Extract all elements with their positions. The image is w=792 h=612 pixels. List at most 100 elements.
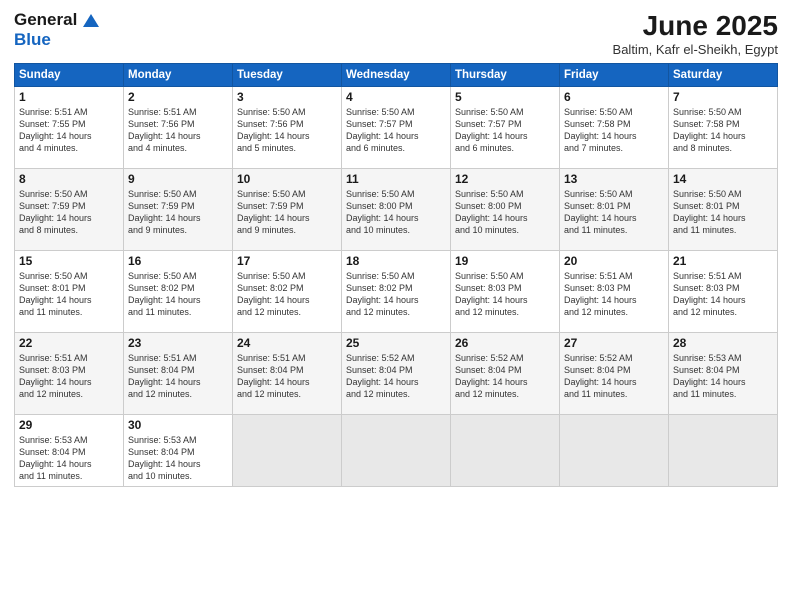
day-info: Sunrise: 5:50 AMSunset: 7:57 PMDaylight:… xyxy=(346,106,446,155)
day-number: 25 xyxy=(346,336,446,350)
day-info: Sunrise: 5:50 AMSunset: 7:58 PMDaylight:… xyxy=(673,106,773,155)
day-header-monday: Monday xyxy=(124,64,233,87)
day-number: 11 xyxy=(346,172,446,186)
day-info: Sunrise: 5:50 AMSunset: 7:59 PMDaylight:… xyxy=(128,188,228,237)
day-number: 15 xyxy=(19,254,119,268)
calendar-cell: 13Sunrise: 5:50 AMSunset: 8:01 PMDayligh… xyxy=(560,169,669,251)
day-number: 5 xyxy=(455,90,555,104)
location: Baltim, Kafr el-Sheikh, Egypt xyxy=(613,42,778,57)
day-info: Sunrise: 5:53 AMSunset: 8:04 PMDaylight:… xyxy=(128,434,228,483)
day-info: Sunrise: 5:50 AMSunset: 8:03 PMDaylight:… xyxy=(455,270,555,319)
day-number: 2 xyxy=(128,90,228,104)
month-title: June 2025 xyxy=(613,10,778,42)
day-info: Sunrise: 5:50 AMSunset: 8:02 PMDaylight:… xyxy=(128,270,228,319)
calendar-cell: 19 Sunrise: 5:50 AMSunset: 8:03 PMDayligh… xyxy=(451,251,560,333)
logo-blue: Blue xyxy=(14,30,51,49)
day-info: Sunrise: 5:51 AMSunset: 8:04 PMDaylight:… xyxy=(128,352,228,401)
calendar-cell xyxy=(669,415,778,487)
calendar-cell: 26Sunrise: 5:52 AMSunset: 8:04 PMDayligh… xyxy=(451,333,560,415)
day-number: 24 xyxy=(237,336,337,350)
day-number: 16 xyxy=(128,254,228,268)
day-number: 19 xyxy=(455,254,555,268)
calendar-cell: 8 Sunrise: 5:50 AMSunset: 7:59 PMDaylight… xyxy=(15,169,124,251)
day-header-saturday: Saturday xyxy=(669,64,778,87)
calendar-cell: 2Sunrise: 5:51 AMSunset: 7:56 PMDaylight… xyxy=(124,87,233,169)
calendar-week-1: 1 Sunrise: 5:51 AMSunset: 7:55 PMDaylight… xyxy=(15,87,778,169)
day-number: 30 xyxy=(128,418,228,432)
day-header-thursday: Thursday xyxy=(451,64,560,87)
calendar-cell: 14Sunrise: 5:50 AMSunset: 8:01 PMDayligh… xyxy=(669,169,778,251)
calendar-week-4: 22 Sunrise: 5:51 AMSunset: 8:03 PMDayligh… xyxy=(15,333,778,415)
calendar-cell: 9 Sunrise: 5:50 AMSunset: 7:59 PMDaylight… xyxy=(124,169,233,251)
day-info: Sunrise: 5:50 AMSunset: 8:00 PMDaylight:… xyxy=(455,188,555,237)
day-info: Sunrise: 5:51 AMSunset: 7:55 PMDaylight:… xyxy=(19,106,119,155)
day-info: Sunrise: 5:51 AMSunset: 8:03 PMDaylight:… xyxy=(673,270,773,319)
calendar-cell: 1 Sunrise: 5:51 AMSunset: 7:55 PMDaylight… xyxy=(15,87,124,169)
calendar-cell: 25 Sunrise: 5:52 AMSunset: 8:04 PMDayligh… xyxy=(342,333,451,415)
calendar: SundayMondayTuesdayWednesdayThursdayFrid… xyxy=(14,63,778,487)
calendar-cell: 29Sunrise: 5:53 AMSunset: 8:04 PMDayligh… xyxy=(15,415,124,487)
day-number: 20 xyxy=(564,254,664,268)
day-number: 9 xyxy=(128,172,228,186)
day-number: 3 xyxy=(237,90,337,104)
day-number: 23 xyxy=(128,336,228,350)
day-header-sunday: Sunday xyxy=(15,64,124,87)
logo: General Blue xyxy=(14,10,100,50)
day-info: Sunrise: 5:51 AMSunset: 8:04 PMDaylight:… xyxy=(237,352,337,401)
calendar-cell: 30 Sunrise: 5:53 AMSunset: 8:04 PMDayligh… xyxy=(124,415,233,487)
day-info: Sunrise: 5:50 AMSunset: 8:01 PMDaylight:… xyxy=(564,188,664,237)
day-number: 28 xyxy=(673,336,773,350)
calendar-cell: 18 Sunrise: 5:50 AMSunset: 8:02 PMDayligh… xyxy=(342,251,451,333)
calendar-cell: 17 Sunrise: 5:50 AMSunset: 8:02 PMDayligh… xyxy=(233,251,342,333)
day-info: Sunrise: 5:52 AMSunset: 8:04 PMDaylight:… xyxy=(346,352,446,401)
calendar-cell: 11 Sunrise: 5:50 AMSunset: 8:00 PMDayligh… xyxy=(342,169,451,251)
calendar-cell: 16 Sunrise: 5:50 AMSunset: 8:02 PMDayligh… xyxy=(124,251,233,333)
logo-text: General xyxy=(14,10,100,30)
calendar-cell: 15 Sunrise: 5:50 AMSunset: 8:01 PMDayligh… xyxy=(15,251,124,333)
day-info: Sunrise: 5:51 AMSunset: 8:03 PMDaylight:… xyxy=(564,270,664,319)
day-info: Sunrise: 5:50 AMSunset: 8:02 PMDaylight:… xyxy=(346,270,446,319)
day-number: 8 xyxy=(19,172,119,186)
day-number: 1 xyxy=(19,90,119,104)
calendar-week-5: 29Sunrise: 5:53 AMSunset: 8:04 PMDayligh… xyxy=(15,415,778,487)
calendar-cell: 23 Sunrise: 5:51 AMSunset: 8:04 PMDayligh… xyxy=(124,333,233,415)
day-info: Sunrise: 5:52 AMSunset: 8:04 PMDaylight:… xyxy=(455,352,555,401)
day-number: 10 xyxy=(237,172,337,186)
day-info: Sunrise: 5:50 AMSunset: 7:59 PMDaylight:… xyxy=(19,188,119,237)
day-number: 27 xyxy=(564,336,664,350)
day-number: 21 xyxy=(673,254,773,268)
day-number: 6 xyxy=(564,90,664,104)
day-header-wednesday: Wednesday xyxy=(342,64,451,87)
calendar-week-3: 15 Sunrise: 5:50 AMSunset: 8:01 PMDayligh… xyxy=(15,251,778,333)
day-info: Sunrise: 5:50 AMSunset: 7:57 PMDaylight:… xyxy=(455,106,555,155)
calendar-cell: 24 Sunrise: 5:51 AMSunset: 8:04 PMDayligh… xyxy=(233,333,342,415)
day-info: Sunrise: 5:50 AMSunset: 7:56 PMDaylight:… xyxy=(237,106,337,155)
calendar-week-2: 8 Sunrise: 5:50 AMSunset: 7:59 PMDaylight… xyxy=(15,169,778,251)
calendar-cell: 6Sunrise: 5:50 AMSunset: 7:58 PMDaylight… xyxy=(560,87,669,169)
calendar-cell: 10 Sunrise: 5:50 AMSunset: 7:59 PMDayligh… xyxy=(233,169,342,251)
calendar-cell xyxy=(560,415,669,487)
day-number: 22 xyxy=(19,336,119,350)
day-info: Sunrise: 5:51 AMSunset: 8:03 PMDaylight:… xyxy=(19,352,119,401)
day-info: Sunrise: 5:53 AMSunset: 8:04 PMDaylight:… xyxy=(19,434,119,483)
day-info: Sunrise: 5:53 AMSunset: 8:04 PMDaylight:… xyxy=(673,352,773,401)
day-info: Sunrise: 5:52 AMSunset: 8:04 PMDaylight:… xyxy=(564,352,664,401)
day-info: Sunrise: 5:50 AMSunset: 7:59 PMDaylight:… xyxy=(237,188,337,237)
logo-icon xyxy=(83,14,99,27)
calendar-cell: 22 Sunrise: 5:51 AMSunset: 8:03 PMDayligh… xyxy=(15,333,124,415)
day-info: Sunrise: 5:50 AMSunset: 8:01 PMDaylight:… xyxy=(673,188,773,237)
day-number: 17 xyxy=(237,254,337,268)
calendar-cell: 3 Sunrise: 5:50 AMSunset: 7:56 PMDaylight… xyxy=(233,87,342,169)
day-number: 4 xyxy=(346,90,446,104)
calendar-cell: 7Sunrise: 5:50 AMSunset: 7:58 PMDaylight… xyxy=(669,87,778,169)
day-header-tuesday: Tuesday xyxy=(233,64,342,87)
calendar-header-row: SundayMondayTuesdayWednesdayThursdayFrid… xyxy=(15,64,778,87)
day-info: Sunrise: 5:50 AMSunset: 8:01 PMDaylight:… xyxy=(19,270,119,319)
day-number: 18 xyxy=(346,254,446,268)
header: General Blue June 2025 Baltim, Kafr el-S… xyxy=(14,10,778,57)
calendar-cell: 12Sunrise: 5:50 AMSunset: 8:00 PMDayligh… xyxy=(451,169,560,251)
calendar-cell: 21 Sunrise: 5:51 AMSunset: 8:03 PMDayligh… xyxy=(669,251,778,333)
calendar-cell: 5 Sunrise: 5:50 AMSunset: 7:57 PMDaylight… xyxy=(451,87,560,169)
day-info: Sunrise: 5:50 AMSunset: 8:00 PMDaylight:… xyxy=(346,188,446,237)
day-info: Sunrise: 5:50 AMSunset: 8:02 PMDaylight:… xyxy=(237,270,337,319)
